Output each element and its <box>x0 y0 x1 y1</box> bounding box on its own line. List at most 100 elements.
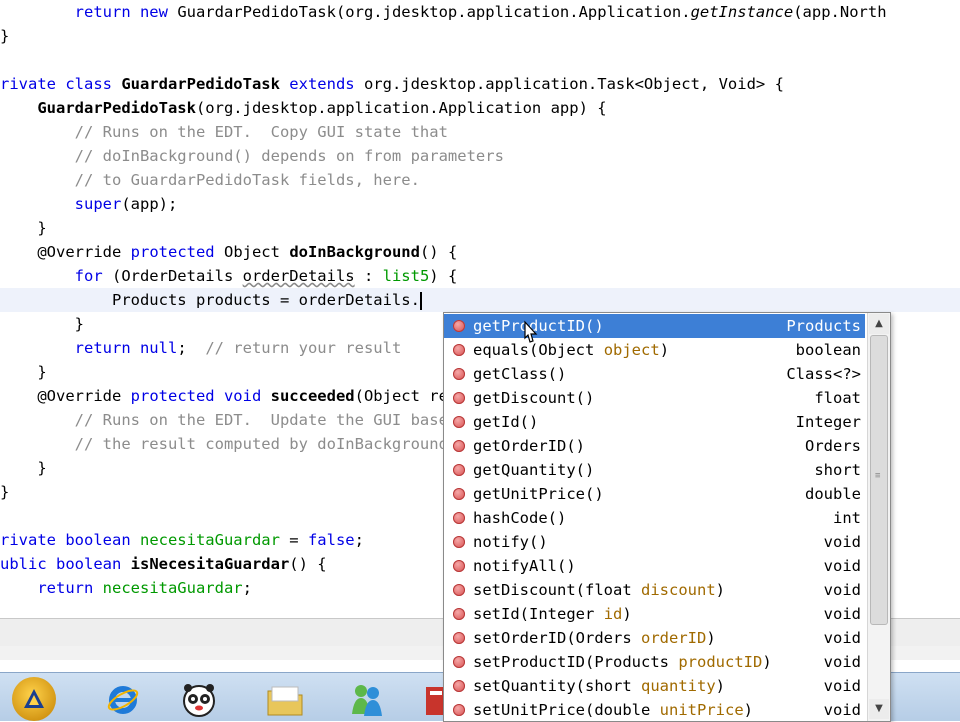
method-name: getId <box>473 413 520 431</box>
method-signature: getDiscount() <box>473 389 595 407</box>
completion-item-setdiscount[interactable]: setDiscount(float discount) void <box>444 578 865 602</box>
code-line[interactable]: return necesitaGuardar; <box>0 576 252 600</box>
code-line[interactable]: } <box>0 456 47 480</box>
completion-item-notifyall[interactable]: notifyAll() void <box>444 554 865 578</box>
code-line[interactable]: @Override protected void succeeded(Objec… <box>0 384 513 408</box>
messenger-icon[interactable] <box>348 681 386 719</box>
code-token: () { <box>289 555 327 573</box>
method-icon <box>453 440 465 452</box>
completion-item-getdiscount[interactable]: getDiscount() float <box>444 386 865 410</box>
param-type: Object <box>538 341 595 359</box>
completion-item-setquantity[interactable]: setQuantity(short quantity) void <box>444 674 865 698</box>
completion-item-setid[interactable]: setId(Integer id) void <box>444 602 865 626</box>
method-icon <box>453 488 465 500</box>
code-token: @Override <box>0 243 131 261</box>
param-name: object <box>603 341 660 359</box>
completion-item-getid[interactable]: getId() Integer <box>444 410 865 434</box>
code-token: necesitaGuardar <box>102 579 243 597</box>
code-token: GuardarPedidoTask(org.jdesktop.applicati… <box>177 3 691 21</box>
completion-item-getproductid[interactable]: getProductID()Products <box>444 314 865 338</box>
code-line[interactable]: rivate boolean necesitaGuardar = false; <box>0 528 364 552</box>
method-name: getQuantity <box>473 461 576 479</box>
param-name: orderID <box>641 629 707 647</box>
code-line[interactable]: @Override protected Object doInBackgroun… <box>0 240 457 264</box>
code-token: } <box>0 483 10 501</box>
code-line[interactable]: super(app); <box>0 192 178 216</box>
start-orb-icon[interactable] <box>12 677 56 721</box>
return-type: void <box>823 629 861 647</box>
code-token: succeeded <box>270 387 355 405</box>
completion-item-getorderid[interactable]: getOrderID() Orders <box>444 434 865 458</box>
code-line[interactable]: } <box>0 216 47 240</box>
method-icon <box>453 368 465 380</box>
method-icon <box>453 560 465 572</box>
code-line[interactable]: // the result computed by doInBackground… <box>0 432 476 456</box>
code-line[interactable]: } <box>0 312 84 336</box>
method-name: getUnitPrice <box>473 485 585 503</box>
method-signature: notify() <box>473 533 548 551</box>
code-completion-popup[interactable]: getProductID()Productsequals(Object obje… <box>443 312 891 722</box>
scroll-down-icon[interactable]: ▼ <box>869 699 889 719</box>
completion-scrollbar[interactable]: ▲ ≡ ▼ <box>867 313 890 721</box>
param-type: Integer <box>529 605 595 623</box>
return-type: void <box>823 653 861 671</box>
completion-item-getclass[interactable]: getClass() Class<?> <box>444 362 865 386</box>
code-token: // doInBackground() depends on from para… <box>0 147 504 165</box>
code-line[interactable]: } <box>0 24 9 48</box>
code-line[interactable]: ublic boolean isNecesitaGuardar() { <box>0 552 327 576</box>
code-token: } <box>0 219 47 237</box>
panda-antivirus-icon[interactable] <box>180 681 218 719</box>
completion-item-setorderid[interactable]: setOrderID(Orders orderID) void <box>444 626 865 650</box>
return-type: Integer <box>795 413 861 431</box>
internet-explorer-icon[interactable] <box>104 681 142 719</box>
code-token: rivate boolean <box>0 531 140 549</box>
completion-item-hashcode[interactable]: hashCode() int <box>444 506 865 530</box>
code-line[interactable]: GuardarPedidoTask(org.jdesktop.applicati… <box>0 96 606 120</box>
code-line[interactable]: // Runs on the EDT. Update the GUI based… <box>0 408 486 432</box>
code-line[interactable]: // to GuardarPedidoTask fields, here. <box>0 168 420 192</box>
code-line-current[interactable]: Products products = orderDetails. <box>0 288 960 312</box>
completion-item-setunitprice[interactable]: setUnitPrice(double unitPrice) void <box>444 698 865 721</box>
code-line[interactable]: } <box>0 480 9 504</box>
code-line[interactable]: // Runs on the EDT. Copy GUI state that <box>0 120 448 144</box>
code-token: () { <box>419 243 458 261</box>
code-token: extends <box>279 75 364 93</box>
completion-item-setproductid[interactable]: setProductID(Products productID) void <box>444 650 865 674</box>
code-token: return <box>0 579 103 597</box>
method-icon <box>453 344 465 356</box>
method-icon <box>453 680 465 692</box>
code-token: } <box>0 459 47 477</box>
method-icon <box>453 608 465 620</box>
completion-item-notify[interactable]: notify() void <box>444 530 865 554</box>
code-token: ; <box>354 531 364 549</box>
return-type: double <box>805 485 861 503</box>
method-signature: getId() <box>473 413 539 431</box>
code-token: org.jdesktop.application.Task<Object, Vo… <box>363 75 784 93</box>
method-signature: setId(Integer id) <box>473 605 632 623</box>
code-line[interactable]: } <box>0 360 47 384</box>
completion-item-equals[interactable]: equals(Object object) boolean <box>444 338 865 362</box>
code-token: (app.North <box>793 3 887 21</box>
code-line[interactable]: for (OrderDetails orderDetails : list5) … <box>0 264 458 288</box>
code-token: isNecesitaGuardar <box>130 555 290 573</box>
param-type: Orders <box>575 629 632 647</box>
param-name: unitPrice <box>659 701 744 719</box>
code-line[interactable]: // doInBackground() depends on from para… <box>0 144 504 168</box>
method-name: getDiscount <box>473 389 576 407</box>
code-line[interactable]: rivate class GuardarPedidoTask extends o… <box>0 72 784 96</box>
code-token: ; <box>177 339 206 357</box>
code-token: for <box>0 267 112 285</box>
code-token: doInBackground <box>289 243 420 261</box>
scroll-up-icon[interactable]: ▲ <box>869 314 889 334</box>
return-type: short <box>814 461 861 479</box>
code-line[interactable]: return new GuardarPedidoTask(org.jdeskto… <box>0 0 887 24</box>
completion-item-getunitprice[interactable]: getUnitPrice() double <box>444 482 865 506</box>
code-line[interactable]: return null; // return your result <box>0 336 402 360</box>
return-type: void <box>823 533 861 551</box>
completion-item-getquantity[interactable]: getQuantity() short <box>444 458 865 482</box>
return-type: void <box>823 605 861 623</box>
folder-icon[interactable] <box>266 681 304 719</box>
method-signature: getClass() <box>473 365 567 383</box>
code-token: } <box>0 363 47 381</box>
scrollbar-thumb[interactable]: ≡ <box>870 335 888 625</box>
